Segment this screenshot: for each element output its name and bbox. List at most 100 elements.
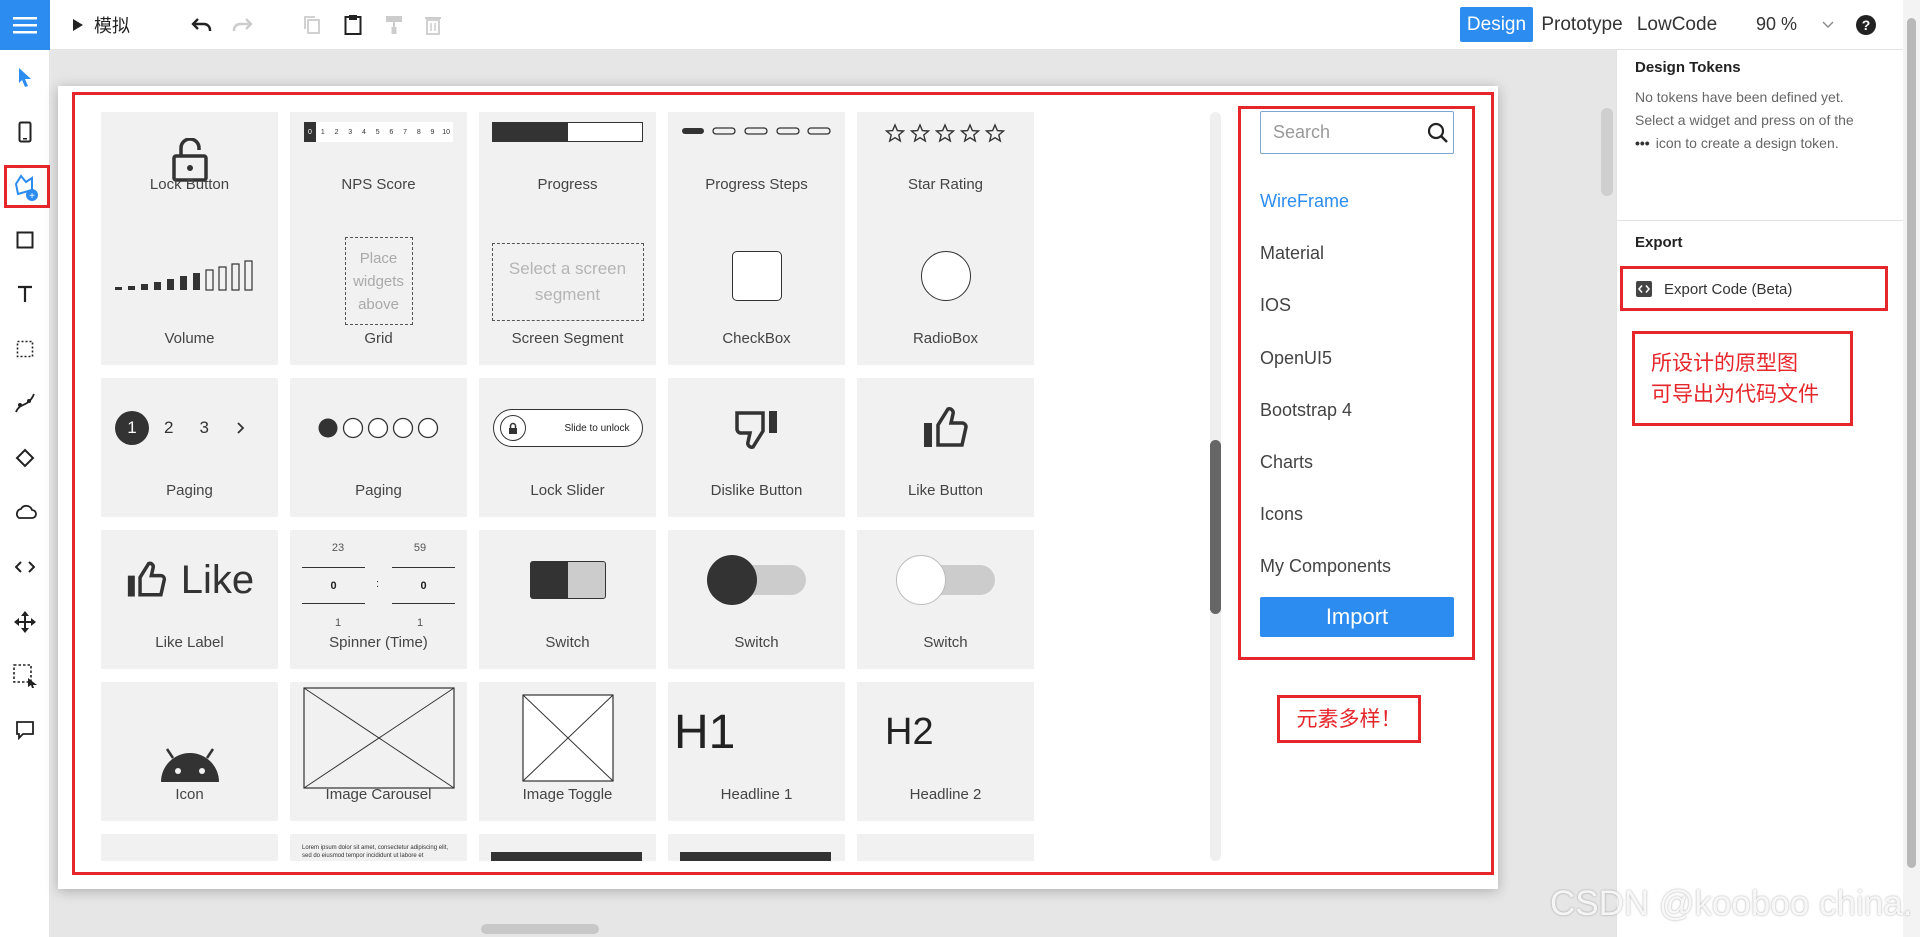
widget-tile[interactable]: H1 Headline 1 xyxy=(668,682,845,821)
widget-tile[interactable]: Place widgets above Grid xyxy=(290,226,467,365)
redo-button[interactable] xyxy=(228,0,256,50)
mode-design-button[interactable]: Design xyxy=(1460,7,1533,42)
move-icon xyxy=(14,611,36,633)
hamburger-menu-button[interactable] xyxy=(0,0,50,50)
zoom-dropdown-button[interactable] xyxy=(1818,0,1838,50)
comment-icon xyxy=(16,721,34,740)
nps-selected: 0 xyxy=(304,122,316,142)
paste-button[interactable] xyxy=(341,0,365,50)
library-item-icons[interactable]: Icons xyxy=(1260,504,1303,525)
widget-tile[interactable]: H2 Headline 2 xyxy=(857,682,1034,821)
widget-tile[interactable]: Switch xyxy=(479,530,656,669)
spinner-hours-field: 0 xyxy=(302,567,365,604)
widget-tile[interactable]: Volume xyxy=(101,226,278,365)
widget-label: Switch xyxy=(923,634,968,651)
widget-tile[interactable]: Icon xyxy=(101,682,278,821)
code-file-icon xyxy=(1636,281,1652,297)
simulate-button[interactable]: 模拟 xyxy=(72,0,130,50)
selection-tool[interactable] xyxy=(0,654,50,698)
diamond-tool[interactable] xyxy=(0,436,50,480)
rectangle-tool[interactable] xyxy=(0,218,50,262)
paint-roller-icon xyxy=(386,16,402,34)
widget-tile[interactable]: Image Toggle xyxy=(479,682,656,821)
thumbs-up-icon xyxy=(923,407,968,447)
text-tool[interactable] xyxy=(0,272,50,316)
import-button[interactable]: Import xyxy=(1260,597,1454,637)
widget-tile[interactable] xyxy=(668,834,845,861)
right-panel: Design Tokens No tokens have been define… xyxy=(1616,50,1904,937)
widget-tile[interactable]: Lorem ipsum dolor sit amet, consectetur … xyxy=(290,834,467,861)
widget-tile[interactable] xyxy=(101,834,278,861)
paragraph-preview: Lorem ipsum dolor sit amet, consectetur … xyxy=(302,845,449,859)
widget-grid-scroll-thumb[interactable] xyxy=(1210,440,1221,614)
widget-tile[interactable]: RadioBox xyxy=(857,226,1034,365)
export-note-line: 所设计的原型图 xyxy=(1651,351,1798,375)
widget-tile[interactable]: Image Carousel xyxy=(290,682,467,821)
widget-tile[interactable]: Like Like Label xyxy=(101,530,278,669)
copy-button[interactable] xyxy=(300,0,324,50)
nps-number: 8 xyxy=(416,128,421,136)
widget-label: Image Toggle xyxy=(522,786,613,803)
move-tool[interactable] xyxy=(0,600,50,644)
library-item-bootstrap[interactable]: Bootstrap 4 xyxy=(1260,400,1352,421)
widget-tile[interactable]: Like Button xyxy=(857,378,1034,517)
spinner-minutes-up: 59 xyxy=(413,542,427,554)
help-button[interactable]: ? xyxy=(1852,0,1880,50)
library-item-openui5[interactable]: OpenUI5 xyxy=(1260,348,1332,369)
library-item-wireframe[interactable]: WireFrame xyxy=(1260,191,1349,212)
widget-tile[interactable]: Switch xyxy=(857,530,1034,669)
export-code-button[interactable]: Export Code (Beta) xyxy=(1627,272,1885,306)
lock-slider-track: Slide to unlock xyxy=(492,409,643,447)
library-item-charts[interactable]: Charts xyxy=(1260,452,1313,473)
mode-prototype-button[interactable]: Prototype xyxy=(1537,7,1627,42)
library-search-input[interactable] xyxy=(1273,122,1423,143)
widget-tile[interactable]: Select a screen segment Screen Segment xyxy=(479,226,656,365)
code-tool[interactable] xyxy=(0,545,50,589)
spinner-minutes-down: 1 xyxy=(416,617,424,629)
dislike-preview xyxy=(668,378,845,478)
zoom-value: 90 % xyxy=(1756,14,1798,34)
widget-tile[interactable]: Dislike Button xyxy=(668,378,845,517)
widget-library-tool[interactable]: + xyxy=(0,165,50,209)
redo-icon xyxy=(232,18,253,31)
delete-button[interactable] xyxy=(421,0,445,50)
nps-number: 3 xyxy=(348,128,353,136)
nps-number: 6 xyxy=(389,128,394,136)
widget-tile[interactable]: 1 2 3 Paging xyxy=(101,378,278,517)
search-icon xyxy=(1427,122,1448,143)
widget-tile[interactable]: Switch xyxy=(668,530,845,669)
library-item-ios[interactable]: IOS xyxy=(1260,295,1291,316)
window-scroll-thumb[interactable] xyxy=(1907,18,1916,868)
comment-tool[interactable] xyxy=(0,708,50,752)
switch-square-knob xyxy=(530,562,568,598)
nps-number: 7 xyxy=(403,128,408,136)
widget-tile[interactable]: Slide to unlock Lock Slider xyxy=(479,378,656,517)
radiobox-preview xyxy=(857,226,1034,326)
dotted-rect-tool[interactable] xyxy=(0,327,50,371)
widget-tile[interactable]: 23 59 0 : 0 1 1 Spinner (Time) xyxy=(290,530,467,669)
pointer-tool[interactable] xyxy=(0,55,50,99)
widget-label: Dislike Button xyxy=(710,482,803,499)
device-tool[interactable] xyxy=(0,110,50,154)
widget-tile[interactable]: CheckBox xyxy=(668,226,845,365)
zoom-select[interactable]: 90 % xyxy=(1756,7,1826,42)
canvas-horizontal-scrollbar[interactable] xyxy=(481,924,599,934)
widget-tile[interactable] xyxy=(857,834,1034,861)
undo-button[interactable] xyxy=(188,0,216,50)
chevron-down-icon xyxy=(1822,21,1834,28)
tokens-text-line: Select a widget and press on of the xyxy=(1635,112,1854,128)
widget-tile[interactable] xyxy=(479,834,656,861)
cloud-tool[interactable] xyxy=(0,490,50,534)
table-preview xyxy=(491,852,642,861)
widget-tile[interactable]: Paging xyxy=(290,378,467,517)
canvas-vertical-scrollbar[interactable] xyxy=(1601,108,1613,196)
widget-label: Paging xyxy=(166,482,213,499)
widget-label: CheckBox xyxy=(722,330,791,347)
library-item-material[interactable]: Material xyxy=(1260,243,1324,264)
format-painter-button[interactable] xyxy=(382,0,406,50)
mode-lowcode-button[interactable]: LowCode xyxy=(1634,7,1720,42)
spinner-minutes-field: 0 xyxy=(392,567,455,604)
library-item-my-components[interactable]: My Components xyxy=(1260,556,1391,577)
path-tool[interactable] xyxy=(0,381,50,425)
library-search[interactable] xyxy=(1260,111,1454,154)
